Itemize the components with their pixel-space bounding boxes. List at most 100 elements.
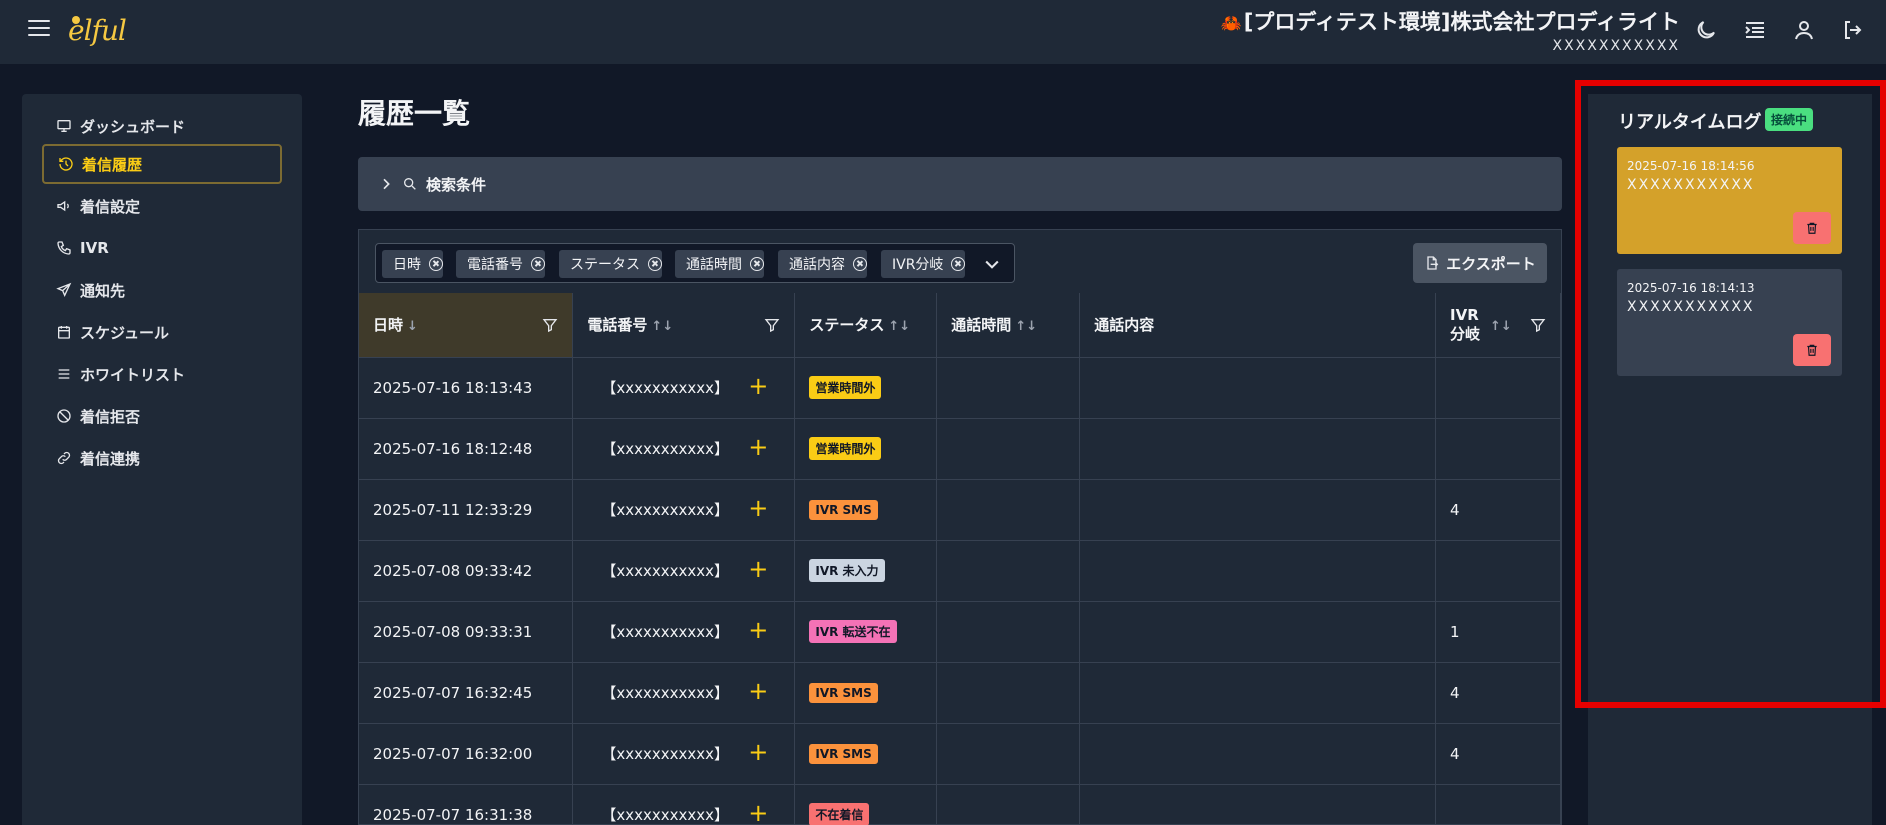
filter-icon[interactable] (542, 317, 558, 333)
chip-datetime[interactable]: 日時 (382, 250, 443, 278)
sidebar-item-call-settings[interactable]: 着信設定 (42, 186, 282, 226)
add-icon[interactable]: + (748, 496, 768, 520)
add-icon[interactable]: + (748, 801, 768, 825)
filter-icon[interactable] (764, 317, 780, 333)
cell-status: 不在着信 (794, 784, 938, 825)
add-icon[interactable]: + (748, 435, 768, 459)
company-info: 🦀[プロディテスト環境]株式会社プロディライト XXXXXXXXXXX (1221, 6, 1680, 54)
sidebar-item-label: 着信履歴 (82, 155, 143, 174)
menu-icon[interactable] (28, 20, 50, 38)
cell-content (1079, 723, 1436, 785)
chip-content[interactable]: 通話内容 (778, 250, 867, 278)
close-icon[interactable] (750, 257, 764, 271)
page-title: 履歴一覧 (358, 97, 471, 130)
status-badge: IVR SMS (809, 682, 878, 703)
filter-icon[interactable] (1530, 317, 1546, 333)
status-badge: IVR 転送不在 (809, 620, 897, 643)
sidebar-item-label: 着信連携 (80, 449, 141, 468)
cell-ivr (1435, 540, 1561, 602)
app-header: elful 🦀[プロディテスト環境]株式会社プロディライト XXXXXXXXXX… (0, 0, 1886, 64)
cell-content (1079, 784, 1436, 825)
cell-ivr (1435, 357, 1561, 419)
table-row[interactable]: 2025-07-07 16:31:38 【xxxxxxxxxxx】 + 不在着信 (359, 784, 1561, 825)
history-table-panel: 日時 電話番号 ステータス 通話時間 通話内容 IVR分岐 エクスポート 日時 ↓… (358, 229, 1562, 825)
sidebar-item-call-history[interactable]: 着信履歴 (42, 144, 282, 184)
cell-ivr: 4 (1435, 479, 1561, 541)
column-header-datetime[interactable]: 日時 ↓ (359, 293, 574, 358)
cell-phone: 【xxxxxxxxxxx】 + (572, 540, 796, 602)
status-badge: IVR SMS (809, 743, 878, 764)
sidebar-item-whitelist[interactable]: ホワイトリスト (42, 354, 282, 394)
close-icon[interactable] (648, 257, 662, 271)
cell-datetime: 2025-07-08 09:33:31 (359, 601, 574, 663)
table-row[interactable]: 2025-07-07 16:32:45 【xxxxxxxxxxx】 + IVR SMS… (359, 662, 1561, 724)
sidebar-item-reject[interactable]: 着信拒否 (42, 396, 282, 436)
table-row[interactable]: 2025-07-11 12:33:29 【xxxxxxxxxxx】 + IVR SMS… (359, 479, 1561, 541)
sidebar-item-label: IVR (80, 239, 109, 257)
add-icon[interactable]: + (748, 557, 768, 581)
chip-ivr[interactable]: IVR分岐 (881, 250, 966, 278)
cell-status: IVR SMS (794, 662, 938, 724)
cell-content (1079, 540, 1436, 602)
history-icon (59, 157, 73, 171)
sidebar-item-integration[interactable]: 着信連携 (42, 438, 282, 478)
cell-ivr (1435, 418, 1561, 480)
list-indent-icon[interactable] (1743, 18, 1767, 42)
add-icon[interactable]: + (748, 740, 768, 764)
add-icon[interactable]: + (748, 374, 768, 398)
cell-ivr: 1 (1435, 601, 1561, 663)
column-header-phone[interactable]: 電話番号 ↑↓ (572, 293, 796, 358)
link-icon (57, 451, 71, 465)
chip-phone[interactable]: 電話番号 (456, 250, 545, 278)
file-export-icon (1427, 256, 1439, 270)
status-badge: 営業時間外 (809, 437, 882, 460)
table-row[interactable]: 2025-07-08 09:33:42 【xxxxxxxxxxx】 + IVR 未入力 (359, 540, 1561, 602)
export-button[interactable]: エクスポート (1413, 243, 1547, 283)
close-icon[interactable] (853, 257, 867, 271)
cell-ivr: 4 (1435, 662, 1561, 724)
chip-status[interactable]: ステータス (559, 250, 662, 278)
cell-datetime: 2025-07-07 16:32:45 (359, 662, 574, 724)
table-row[interactable]: 2025-07-08 09:33:31 【xxxxxxxxxxx】 + IVR 転送不… (359, 601, 1561, 663)
table-row[interactable]: 2025-07-07 16:32:00 【xxxxxxxxxxx】 + IVR SMS… (359, 723, 1561, 785)
send-icon (56, 282, 72, 297)
chevron-down-icon[interactable] (982, 254, 1002, 274)
cell-duration (936, 479, 1081, 541)
add-icon[interactable]: + (748, 618, 768, 642)
logo[interactable]: elful (68, 14, 127, 47)
cell-duration (936, 357, 1081, 419)
sidebar: ダッシュボード 着信履歴 着信設定 IVR 通知先 スケジュール ホワイトリスト… (22, 94, 302, 825)
column-header-status[interactable]: ステータス ↑↓ (794, 293, 938, 358)
sidebar-item-schedule[interactable]: スケジュール (42, 312, 282, 352)
cell-datetime: 2025-07-16 18:12:48 (359, 418, 574, 480)
user-name: XXXXXXXXXXX (1552, 38, 1680, 54)
add-icon[interactable]: + (748, 679, 768, 703)
table-row[interactable]: 2025-07-16 18:13:43 【xxxxxxxxxxx】 + 営業時間外 (359, 357, 1561, 419)
close-icon[interactable] (531, 257, 545, 271)
column-header-duration[interactable]: 通話時間 ↑↓ (936, 293, 1081, 358)
chip-duration[interactable]: 通話時間 (675, 250, 764, 278)
sidebar-item-ivr[interactable]: IVR (42, 228, 282, 268)
logout-icon[interactable] (1841, 18, 1865, 42)
cell-datetime: 2025-07-16 18:13:43 (359, 357, 574, 419)
column-header-ivr[interactable]: IVR 分岐 ↑↓ (1435, 293, 1561, 358)
sidebar-item-notify[interactable]: 通知先 (42, 270, 282, 310)
sidebar-item-dashboard[interactable]: ダッシュボード (42, 106, 282, 146)
close-icon[interactable] (951, 257, 966, 271)
cell-status: IVR 転送不在 (794, 601, 938, 663)
table-row[interactable]: 2025-07-16 18:12:48 【xxxxxxxxxxx】 + 営業時間外 (359, 418, 1561, 480)
sidebar-item-label: ダッシュボード (80, 117, 186, 136)
ban-icon (57, 409, 71, 423)
cell-duration (936, 418, 1081, 480)
moon-icon[interactable] (1694, 18, 1718, 42)
phone-icon (57, 241, 71, 255)
search-conditions-toggle[interactable]: 検索条件 (358, 157, 1562, 211)
history-table: 日時 ↓ 電話番号 ↑↓ ステータス ↑↓ 通話時間 ↑↓ 通話内容 IVR 分岐 ↑↓ … (359, 293, 1561, 825)
sidebar-item-label: ホワイトリスト (80, 365, 186, 384)
cell-ivr (1435, 784, 1561, 825)
close-icon[interactable] (429, 257, 443, 271)
user-icon[interactable] (1792, 18, 1816, 42)
cell-status: IVR SMS (794, 479, 938, 541)
cell-phone: 【xxxxxxxxxxx】 + (572, 479, 796, 541)
cell-ivr: 4 (1435, 723, 1561, 785)
